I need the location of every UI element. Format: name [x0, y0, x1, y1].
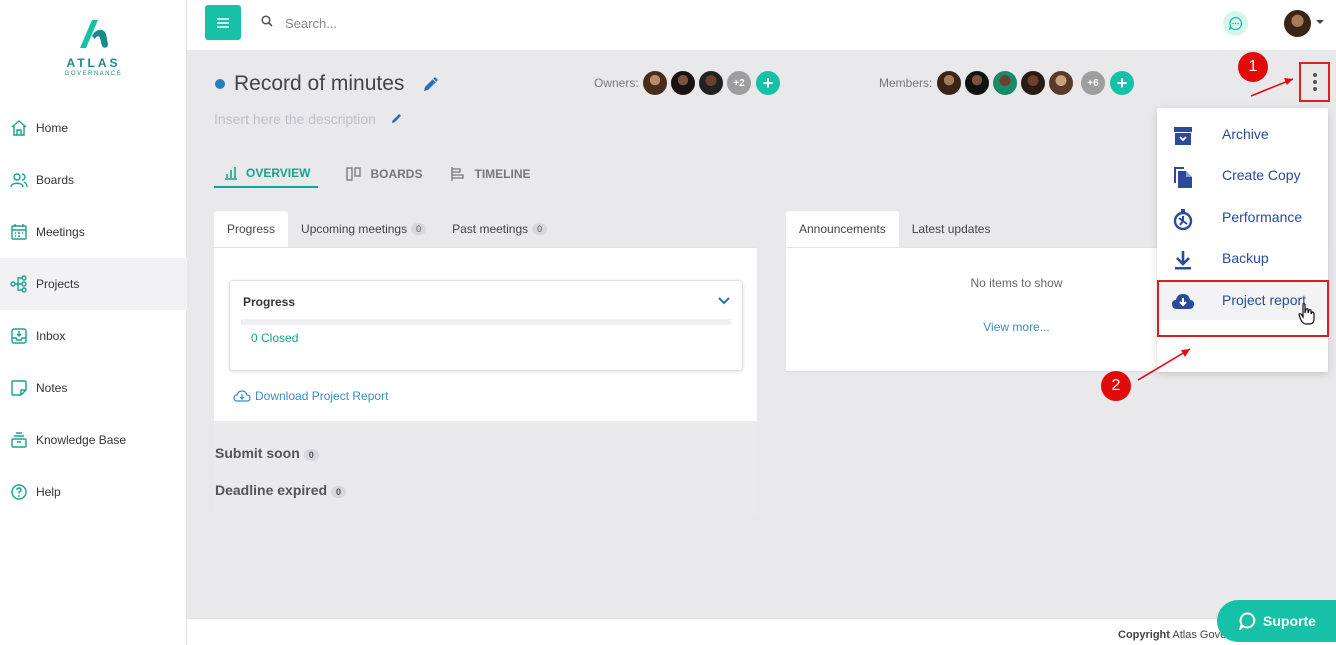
footer: Copyright Atlas Governance 2021 [187, 618, 1336, 645]
annotation-step-2: 2 [1101, 371, 1131, 401]
annotation-arrows [1137, 78, 1294, 381]
support-chat-button[interactable]: Suporte [1217, 600, 1336, 642]
support-chat-icon [1239, 612, 1256, 630]
support-label: Suporte [1263, 613, 1316, 629]
copyright-bold: Copyright [1118, 629, 1170, 641]
annotation-step-1: 1 [1238, 52, 1268, 82]
